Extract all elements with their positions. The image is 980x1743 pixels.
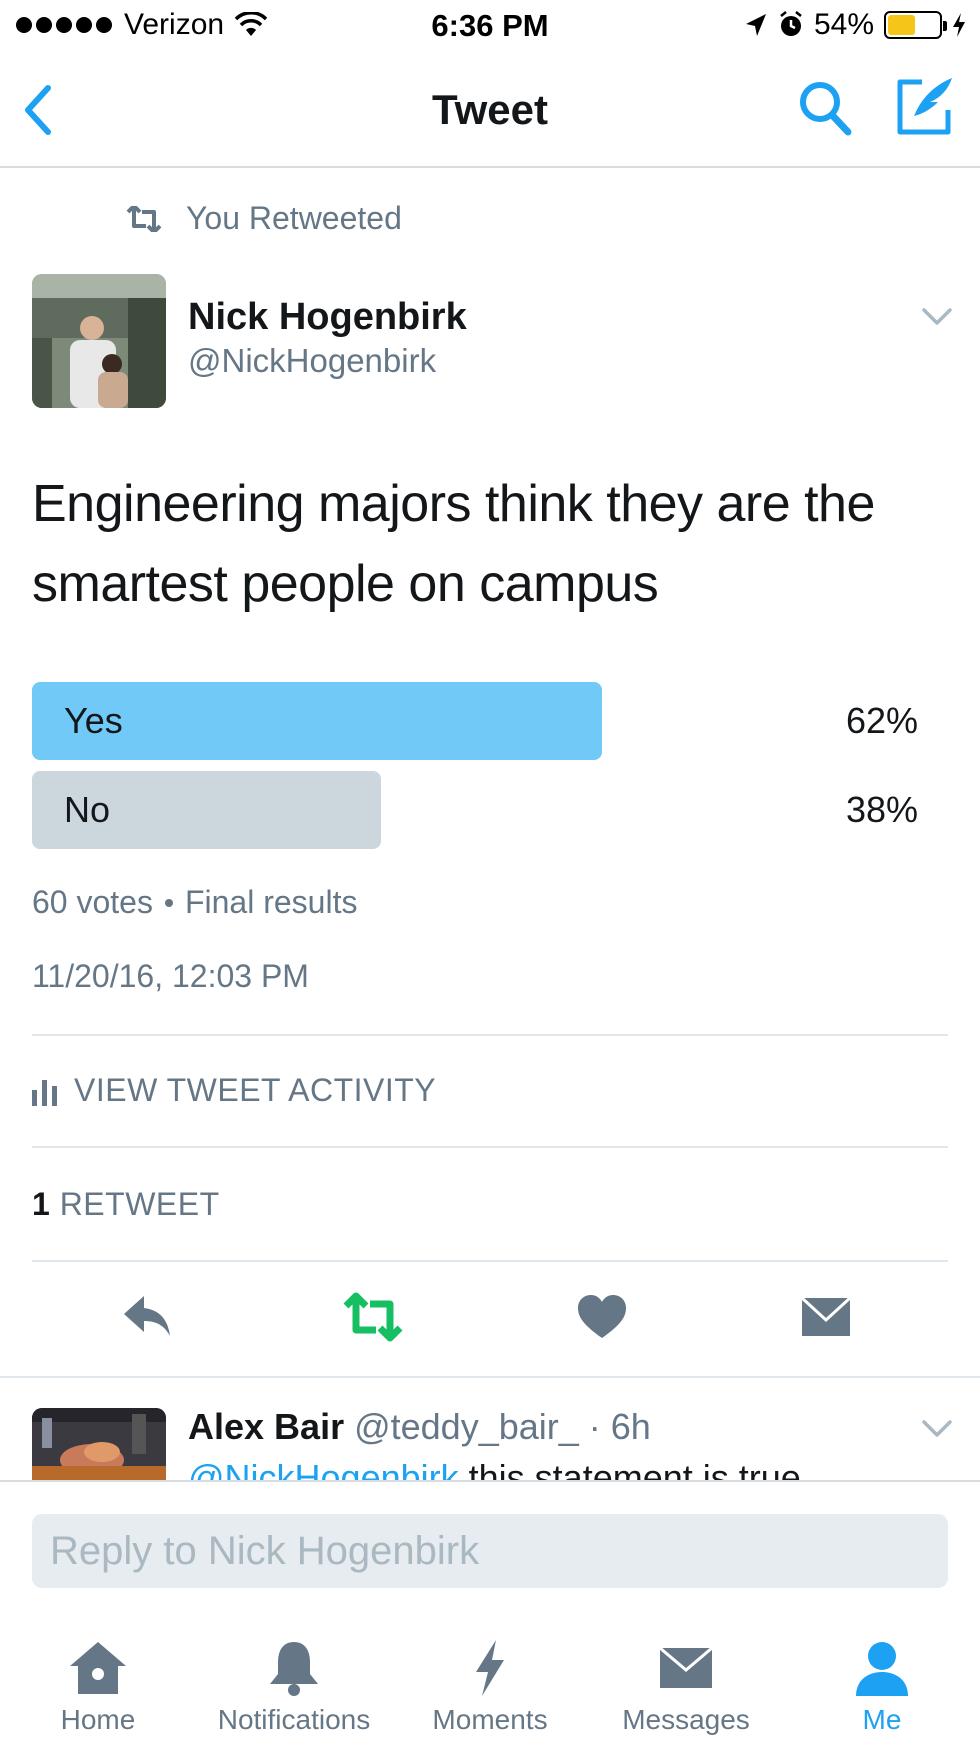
battery-percent: 54% [813,8,874,41]
bar-chart-icon [32,1079,57,1106]
tab-label: Home [60,1704,136,1735]
retweet-count[interactable]: 1 RETWEET [32,1186,220,1223]
status-right: 54% [744,8,966,42]
reply-input[interactable] [32,1514,948,1588]
bell-icon [270,1642,318,1696]
poll-option-percent: 62% [845,700,918,741]
divider [32,1146,948,1148]
tweet-text: Engineering majors think they are the sm… [32,475,875,613]
poll-option-label: No [64,789,111,830]
tab-bar: Home Notifications Moments Messages Me [0,1610,980,1743]
reply-mention-link[interactable]: @NickHogenbirk [188,1457,459,1480]
view-tweet-activity-label: VIEW TWEET ACTIVITY [74,1072,437,1108]
compose-icon[interactable] [892,74,956,140]
divider [32,1034,948,1036]
person-icon [856,1642,908,1696]
battery-icon [884,11,947,39]
reply-composer [0,1480,980,1610]
retweet-context-label: You Retweeted [186,200,402,236]
alarm-icon [780,11,802,36]
view-tweet-activity-button[interactable]: VIEW TWEET ACTIVITY [32,1072,436,1109]
tab-me[interactable]: Me [784,1638,980,1736]
reply-header: Alex Bair @teddy_bair_ · 6h [188,1406,651,1448]
tab-notifications[interactable]: Notifications [196,1638,392,1736]
poll-option-percent: 38% [845,789,918,830]
author-name[interactable]: Nick Hogenbirk [188,296,467,339]
home-icon [70,1642,126,1694]
tab-label: Messages [622,1704,750,1735]
reply-icon[interactable] [118,1290,178,1344]
author-avatar[interactable] [32,274,166,408]
reply-handle-time: @teddy_bair_ · 6h [354,1406,651,1447]
search-icon[interactable] [796,76,856,140]
reply-text-body: this statement is true [458,1457,801,1480]
tweet-actions [0,1290,980,1344]
tweet-timestamp: 11/20/16, 12:03 PM [32,958,309,994]
poll-option-label: Yes [64,700,123,741]
charging-bolt-icon [953,13,965,37]
divider [0,1376,980,1378]
chevron-down-icon[interactable] [920,1418,954,1440]
poll-option-no: No 38% [32,771,952,849]
retweet-count-number: 1 [32,1186,51,1222]
reply-avatar[interactable] [32,1408,166,1480]
tab-home[interactable]: Home [0,1638,196,1736]
reply-text: @NickHogenbirk this statement is true [188,1456,801,1480]
reply-author-name[interactable]: Alex Bair [188,1406,344,1447]
author-handle[interactable]: @NickHogenbirk [188,342,436,380]
bullet-separator [164,898,173,907]
retweet-context: You Retweeted [124,200,402,237]
tab-label: Moments [432,1704,548,1735]
poll-votes: 60 votes [32,884,153,920]
tab-label: Notifications [217,1704,371,1735]
retweet-count-label: RETWEET [59,1186,220,1222]
lightning-icon [476,1640,504,1696]
nav-bar: Tweet [0,56,980,168]
tab-label: Me [862,1704,902,1735]
tab-messages[interactable]: Messages [588,1638,784,1736]
heart-icon[interactable] [572,1290,632,1344]
poll-meta: 60 votes Final results [32,884,357,921]
retweet-icon [126,205,162,232]
direct-message-icon[interactable] [800,1290,852,1344]
divider [32,1260,948,1262]
location-arrow-icon [745,14,766,36]
poll-status: Final results [184,884,358,920]
chevron-down-icon[interactable] [920,306,954,328]
retweet-action-icon[interactable] [342,1290,404,1344]
tab-moments[interactable]: Moments [392,1638,588,1736]
poll-option-yes: Yes 62% [32,682,952,760]
envelope-icon [659,1646,713,1688]
status-bar: Verizon 6:36 PM 54% [0,0,980,56]
